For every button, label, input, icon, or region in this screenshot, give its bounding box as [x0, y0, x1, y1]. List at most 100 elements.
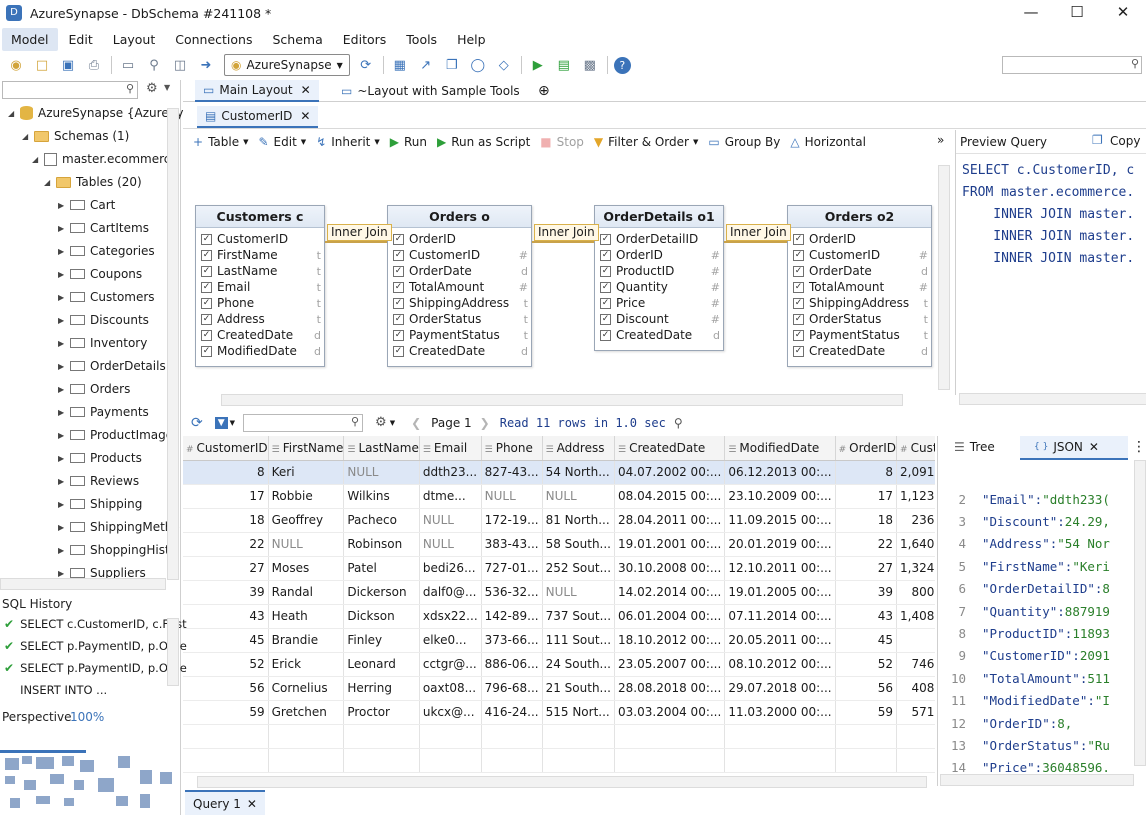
open-icon[interactable]: □: [32, 56, 52, 74]
history-item[interactable]: ✔ SELECT p.PaymentID, p.Orde: [4, 639, 187, 653]
edit-button[interactable]: ✎ Edit ▼: [258, 135, 306, 149]
join-line[interactable]: [325, 241, 387, 243]
table-cell[interactable]: 30.10.2008 00:...: [614, 556, 726, 581]
group-icon[interactable]: ❐: [442, 56, 462, 74]
entity-column[interactable]: ✓ OrderDate d: [388, 263, 531, 279]
entity-column[interactable]: ✓ OrderDetailID: [595, 231, 723, 247]
preview-hscrollbar[interactable]: [959, 393, 1146, 405]
table-cell[interactable]: 20.01.2019 00:...: [724, 532, 836, 557]
table-cell[interactable]: 1,324,893,014: [896, 556, 935, 581]
table-cell[interactable]: 383-43...: [481, 532, 543, 557]
json-vscrollbar[interactable]: [1134, 460, 1146, 766]
json-line[interactable]: 6 "OrderDetailID": 8: [938, 578, 1109, 600]
checkbox[interactable]: ✓: [393, 297, 404, 309]
inherit-button[interactable]: ↯ Inherit ▼: [316, 135, 380, 149]
chevron-down-icon[interactable]: ▼: [230, 419, 235, 427]
column-header-address[interactable]: ☰ Address: [542, 436, 616, 461]
tree-table-orderdetails[interactable]: ▶ OrderDetails: [58, 355, 166, 377]
close-tab-icon[interactable]: ✕: [301, 83, 311, 97]
checkbox[interactable]: ✓: [201, 313, 212, 325]
table-row[interactable]: 56 Cornelius Herring oaxt08... 796-68... 21 S…: [183, 676, 935, 701]
entity-column[interactable]: ✓ PaymentStatus t: [388, 327, 531, 343]
table-cell[interactable]: Proctor: [343, 700, 420, 725]
checkbox[interactable]: ✓: [600, 265, 611, 277]
menu-schema[interactable]: Schema: [264, 28, 332, 51]
table-cell[interactable]: NULL: [542, 484, 616, 509]
new-model-icon[interactable]: ◉: [6, 56, 26, 74]
json-line[interactable]: 13 "OrderStatus": "Ru: [938, 734, 1110, 756]
grid-hscrollbar[interactable]: [197, 776, 927, 788]
history-scrollbar[interactable]: [167, 618, 179, 686]
entity-column[interactable]: ✓ Quantity #: [595, 279, 723, 295]
table-cell[interactable]: 07.11.2014 00:...: [724, 604, 836, 629]
table-cell[interactable]: NULL: [481, 484, 543, 509]
tree-filter-input[interactable]: ⚲: [2, 81, 138, 99]
entity-column[interactable]: ✓ Discount #: [595, 311, 723, 327]
close-tab-icon[interactable]: ✕: [300, 109, 310, 123]
canvas-vscrollbar[interactable]: [938, 165, 950, 390]
table-row[interactable]: 22 NULL Robinson NULL 383-43... 58 South... 19…: [183, 532, 935, 557]
table-cell[interactable]: 8: [835, 460, 898, 485]
table-cell[interactable]: 27: [183, 556, 269, 581]
sync-arrow-icon[interactable]: ➜: [196, 56, 216, 74]
table-cell[interactable]: 252 Sout...: [542, 556, 616, 581]
table-cell[interactable]: Brandie: [268, 628, 345, 653]
checkbox[interactable]: ✓: [600, 249, 611, 261]
entity-column[interactable]: ✓ Price #: [595, 295, 723, 311]
table-cell[interactable]: 727-01...: [481, 556, 543, 581]
table-cell[interactable]: 17: [835, 484, 898, 509]
column-header-orderid[interactable]: # OrderID: [835, 436, 898, 461]
table-cell[interactable]: 408,456,133: [896, 676, 935, 701]
tree-hscrollbar[interactable]: [0, 578, 166, 590]
global-search-input[interactable]: ⚲: [1002, 56, 1142, 74]
json-line[interactable]: 2 "Email": "ddth233(: [938, 488, 1109, 510]
history-item[interactable]: ✔ SELECT c.CustomerID, c.First: [4, 617, 187, 631]
checkbox[interactable]: ✓: [793, 345, 804, 357]
table-cell[interactable]: 796-68...: [481, 676, 543, 701]
table-row[interactable]: 52 Erick Leonard cctgr@... 886-06... 24 South…: [183, 652, 935, 677]
menu-editors[interactable]: Editors: [334, 28, 396, 51]
table-cell[interactable]: Patel: [343, 556, 420, 581]
tree-tables-folder[interactable]: ◢ Tables (20): [44, 171, 142, 193]
entity-title[interactable]: Orders o2: [788, 206, 931, 228]
add-tab-icon[interactable]: ⊕: [530, 80, 558, 102]
tab-query-1[interactable]: Query 1 ✕: [185, 790, 265, 815]
json-line[interactable]: 5 "FirstName": "Keri: [938, 555, 1109, 577]
refresh-icon[interactable]: ⟳: [356, 56, 376, 74]
entity-column[interactable]: ✓ OrderID #: [595, 247, 723, 263]
entity-customers-c[interactable]: Customers c ✓ CustomerID ✓ FirstName t ✓ LastNa…: [195, 205, 325, 367]
tree-table-products[interactable]: ▶ Products: [58, 447, 142, 469]
table-cell[interactable]: 08.10.2012 00:...: [724, 652, 836, 677]
history-item[interactable]: ✔ SELECT p.PaymentID, p.Orde: [4, 661, 187, 675]
table-cell[interactable]: ddth23...: [419, 460, 482, 485]
tree-schemas[interactable]: ◢ Schemas (1): [22, 125, 129, 147]
table-cell[interactable]: elke0...: [419, 628, 482, 653]
checkbox[interactable]: ✓: [393, 249, 404, 261]
query-diagram-canvas[interactable]: Customers c ✓ CustomerID ✓ FirstName t ✓ LastNa…: [183, 155, 950, 406]
entity-column[interactable]: ✓ CreatedDate d: [388, 343, 531, 359]
tree-table-cartitems[interactable]: ▶ CartItems: [58, 217, 149, 239]
join-label[interactable]: Inner Join: [726, 224, 791, 241]
checkbox[interactable]: ✓: [600, 233, 611, 245]
table-cell[interactable]: 22: [835, 532, 898, 557]
table-cell[interactable]: 81 North...: [542, 508, 616, 533]
tab-main-layout[interactable]: ▭ Main Layout ✕: [195, 80, 319, 102]
table-row[interactable]: 43 Heath Dickson xdsx22... 142-89... 737 Sout…: [183, 604, 935, 629]
tree-schema[interactable]: ◢ master.ecommerce: [32, 148, 178, 170]
table-cell[interactable]: xdsx22...: [419, 604, 482, 629]
table-cell[interactable]: 03.03.2004 00:...: [614, 700, 726, 725]
entity-orders-o[interactable]: Orders o ✓ OrderID ✓ CustomerID # ✓ OrderDate d ✓…: [387, 205, 532, 367]
table-cell[interactable]: 12.10.2011 00:...: [724, 556, 836, 581]
entity-column[interactable]: ✓ Address t: [196, 311, 324, 327]
table-cell[interactable]: 52: [835, 652, 898, 677]
table-cell[interactable]: 1,640,292,007: [896, 532, 935, 557]
table-cell[interactable]: 04.07.2002 00:...: [614, 460, 726, 485]
table-cell[interactable]: 59: [183, 700, 269, 725]
menu-model[interactable]: Model: [2, 27, 58, 51]
entity-column[interactable]: ✓ CustomerID #: [388, 247, 531, 263]
tree-root[interactable]: ◢ AzureSynapse {AzureSy: [8, 102, 183, 124]
checkbox[interactable]: ✓: [793, 249, 804, 261]
result-grid[interactable]: # CustomerID ☰ FirstName ☰ LastName ☰ Email ☰ Pho…: [183, 436, 935, 776]
table-cell[interactable]: 28.08.2018 00:...: [614, 676, 726, 701]
table-cell[interactable]: 56: [835, 676, 898, 701]
